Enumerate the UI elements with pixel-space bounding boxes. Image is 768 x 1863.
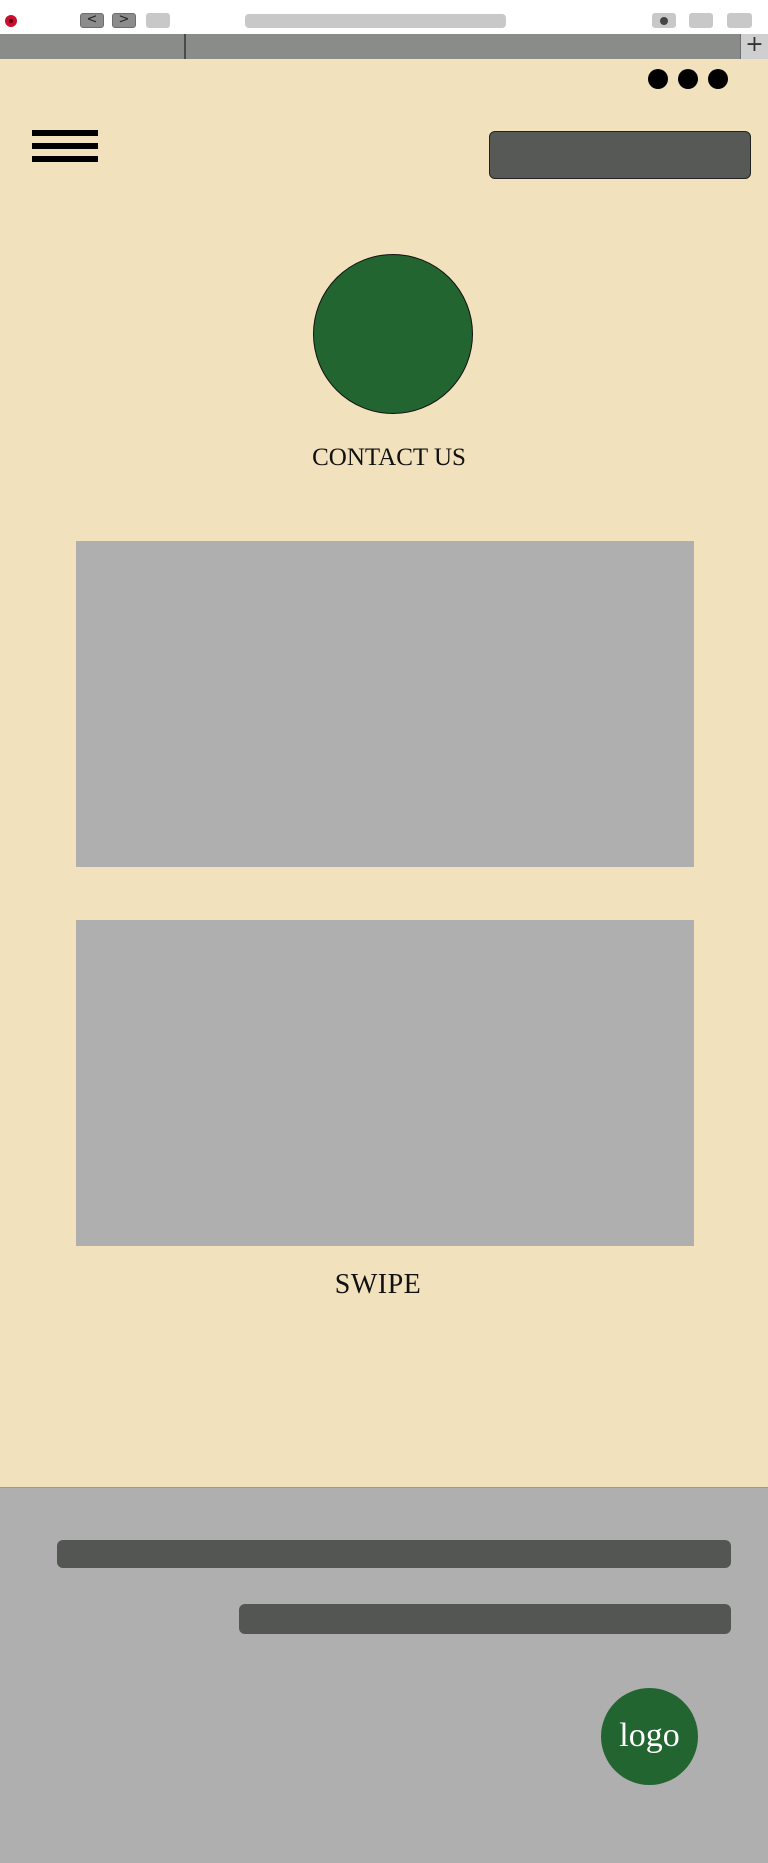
address-bar[interactable] [245, 14, 506, 28]
new-tab-button[interactable]: + [740, 34, 768, 59]
tab-strip [0, 34, 768, 59]
reload-button[interactable] [146, 13, 170, 28]
more-dot-icon[interactable] [708, 69, 728, 89]
avatar [313, 254, 473, 414]
menu-button[interactable] [727, 13, 752, 28]
header-button[interactable] [489, 131, 751, 179]
extension-button[interactable] [689, 13, 713, 28]
close-window-icon[interactable] [5, 15, 17, 27]
swipe-label[interactable]: SWIPE [0, 1269, 756, 1301]
hamburger-menu-icon[interactable] [32, 130, 98, 163]
logo[interactable]: logo [601, 1688, 698, 1785]
footer-bar-1 [57, 1540, 731, 1568]
footer-bar-2 [239, 1604, 731, 1634]
page-title: CONTACT US [312, 444, 466, 471]
record-icon [660, 17, 668, 25]
forward-button[interactable]: > [112, 13, 136, 28]
more-dot-icon[interactable] [648, 69, 668, 89]
more-dot-icon[interactable] [678, 69, 698, 89]
image-placeholder-1 [76, 541, 694, 867]
back-button[interactable]: < [80, 13, 104, 28]
image-placeholder-2 [76, 920, 694, 1246]
tab-divider [184, 34, 186, 59]
